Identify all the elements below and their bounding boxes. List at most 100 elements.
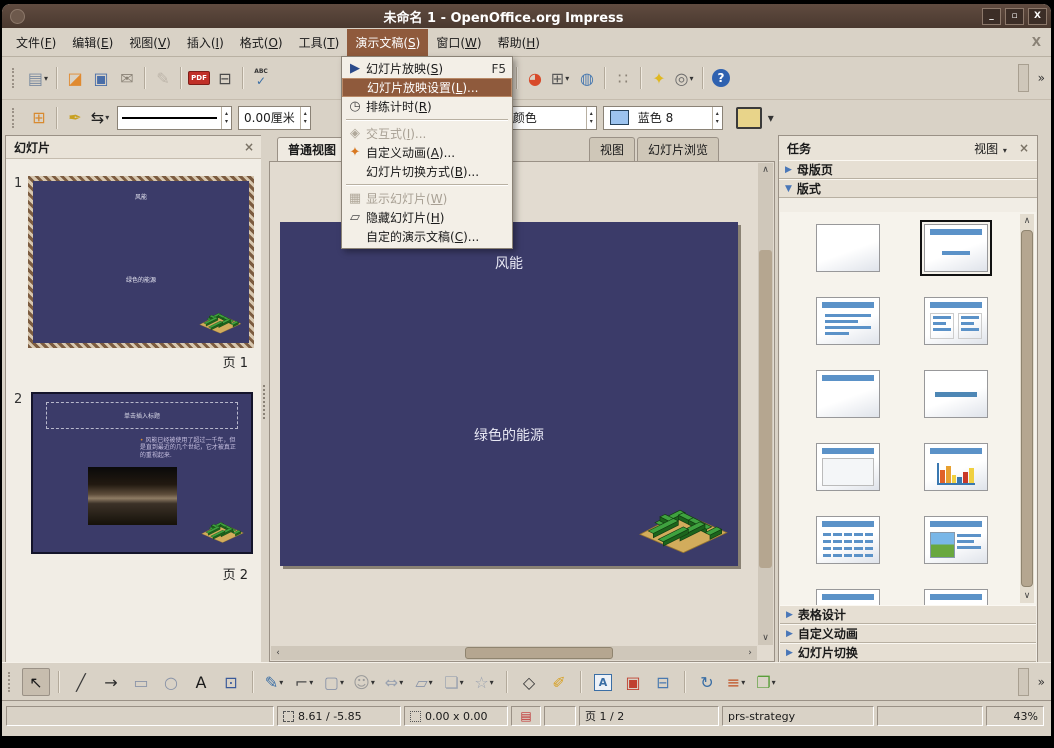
select-icon[interactable]: ↖ bbox=[22, 668, 50, 696]
popup-menu-item[interactable]: 自定的演示文稿(C)... bbox=[342, 227, 512, 246]
menubar-item[interactable]: 格式(O) bbox=[232, 29, 291, 56]
layout-title-subtitle[interactable] bbox=[920, 220, 992, 276]
panel-close-icon[interactable]: × bbox=[244, 140, 254, 154]
document-close-icon[interactable]: X bbox=[1032, 35, 1041, 49]
connector-icon[interactable]: ⌐ ▾ bbox=[292, 669, 318, 695]
align-icon[interactable]: ≡ ▾ bbox=[724, 669, 750, 695]
menubar-item[interactable]: 文件(F) bbox=[8, 29, 64, 56]
spellcheck-icon[interactable]: ABC ✓ bbox=[248, 65, 274, 91]
zoom-icon[interactable]: ◎ ▾ bbox=[672, 65, 698, 91]
display-grid-icon[interactable]: ∷ bbox=[610, 65, 636, 91]
close-button[interactable]: X bbox=[1028, 7, 1047, 25]
gluepoints-icon[interactable]: ✐ bbox=[546, 669, 572, 695]
slide-title[interactable]: 风能 bbox=[280, 253, 738, 273]
spinner-arrows[interactable]: ▴ ▾ bbox=[221, 106, 231, 129]
section-layouts[interactable]: ▼ 版式 bbox=[779, 179, 1037, 198]
fontwork-icon[interactable]: A bbox=[590, 669, 616, 695]
menubar-item[interactable]: 编辑(E) bbox=[64, 29, 121, 56]
scroll-left-icon[interactable]: ‹ bbox=[271, 648, 285, 658]
toolbar-scroll[interactable] bbox=[1017, 64, 1029, 92]
callout-icon[interactable]: ❏ ▾ bbox=[442, 669, 468, 695]
scroll-up-icon[interactable]: ∧ bbox=[1020, 214, 1034, 228]
navigator-icon[interactable]: ✦ bbox=[646, 65, 672, 91]
menubar-item[interactable]: 插入(I) bbox=[179, 29, 232, 56]
popup-menu-item[interactable]: ▦ 显示幻灯片(W) bbox=[342, 189, 512, 208]
scroll-down-icon[interactable]: ∨ bbox=[1020, 589, 1034, 603]
gallery-icon[interactable]: ⊟ bbox=[650, 669, 676, 695]
view-menu-button[interactable]: 视图 ▾ bbox=[974, 140, 1009, 157]
layout-title-text-clipart[interactable] bbox=[920, 585, 992, 605]
maze-graphic[interactable] bbox=[630, 491, 730, 556]
scrollbar-thumb[interactable] bbox=[465, 647, 614, 659]
tab-handout-view[interactable]: 视图 bbox=[589, 137, 636, 161]
rectangle-icon[interactable]: ▭ bbox=[128, 669, 154, 695]
slide-thumbnail-1[interactable]: 风能 绿色的能源 bbox=[28, 176, 254, 348]
scrollbar-thumb[interactable] bbox=[759, 249, 772, 568]
popup-menu-item[interactable]: ◷ 排练计时(R) bbox=[342, 97, 512, 116]
popup-menu-item[interactable]: ◈ 交互式(I)... bbox=[342, 124, 512, 143]
menubar-item[interactable]: 窗口(W) bbox=[428, 29, 489, 56]
section-master-pages[interactable]: ▶ 母版页 bbox=[779, 160, 1037, 179]
slide-editing-area[interactable]: 风能 绿色的能源 bbox=[280, 222, 738, 566]
line-color-select[interactable]: 蓝色 8 ▴ ▾ bbox=[602, 105, 723, 130]
help-icon[interactable]: ? bbox=[708, 65, 734, 91]
pdf-export-icon[interactable]: PDF bbox=[186, 65, 212, 91]
toolbar-scroll[interactable] bbox=[1017, 668, 1029, 696]
vertical-scrollbar[interactable]: ∧ ∨ bbox=[758, 163, 773, 645]
edit-points-mode-icon[interactable]: ⊞ bbox=[26, 105, 52, 131]
toolbar-overflow-icon[interactable]: » bbox=[1038, 675, 1045, 689]
tab-slide-sorter[interactable]: 幻灯片浏览 bbox=[637, 137, 720, 161]
status-zoom-cell[interactable]: 43% bbox=[986, 706, 1044, 726]
menubar-item[interactable]: 视图(V) bbox=[121, 29, 179, 56]
spinner-arrows[interactable]: ▴ ▾ bbox=[585, 106, 596, 129]
layout-title-table[interactable] bbox=[812, 512, 884, 568]
toolbar-grip[interactable] bbox=[12, 68, 18, 88]
toolbar-grip[interactable] bbox=[12, 107, 18, 128]
fill-style-icon[interactable]: ✒ bbox=[62, 105, 88, 131]
symbol-shapes-icon[interactable]: ☺ ▾ bbox=[352, 669, 378, 695]
popup-menu-item[interactable]: 幻灯片切换方式(B)... bbox=[342, 162, 512, 181]
status-template-cell[interactable]: prs-strategy bbox=[722, 706, 874, 726]
layout-title-content-frame[interactable] bbox=[812, 439, 884, 495]
section-table-design[interactable]: ▶ 表格设计 bbox=[780, 605, 1036, 624]
slide-thumbnail-2[interactable]: 单击插入标题 • 风能已经被使用了超过一千年，但是直到最近的几个世纪，它才被真正的… bbox=[31, 392, 253, 554]
popup-menu-item[interactable]: 幻灯片放映设置(L)... bbox=[342, 78, 512, 97]
line-width-field[interactable]: 0.00厘米 ▴ ▾ bbox=[238, 105, 311, 130]
menubar-item[interactable]: 演示文稿(S) bbox=[347, 28, 429, 56]
arrow-icon[interactable]: → bbox=[98, 669, 124, 695]
save-icon[interactable]: ▣ bbox=[88, 65, 114, 91]
toolbar-overflow-icon[interactable]: » bbox=[1038, 71, 1045, 85]
email-icon[interactable]: ✉ bbox=[114, 65, 140, 91]
new-document-icon[interactable]: ▤ ▾ bbox=[26, 65, 52, 91]
section-custom-animation[interactable]: ▶ 自定义动画 bbox=[780, 624, 1036, 643]
block-arrows-icon[interactable]: ⇔ ▾ bbox=[382, 669, 408, 695]
maximize-button[interactable]: ▫ bbox=[1005, 7, 1024, 25]
text-icon[interactable]: A bbox=[188, 669, 214, 695]
window-menu-icon[interactable] bbox=[10, 8, 25, 24]
background-color-button[interactable] bbox=[735, 106, 762, 129]
scroll-down-icon[interactable]: ∨ bbox=[758, 631, 773, 645]
rotate-icon[interactable]: ↻ bbox=[694, 669, 720, 695]
layout-centered-text[interactable] bbox=[920, 366, 992, 422]
print-icon[interactable]: ⊟ bbox=[212, 65, 238, 91]
section-slide-transition[interactable]: ▶ 幻灯片切换 bbox=[780, 643, 1036, 662]
curve-icon[interactable]: ✎ ▾ bbox=[262, 669, 288, 695]
scroll-right-icon[interactable]: › bbox=[743, 648, 757, 658]
arrow-style-icon[interactable]: ⇆ ▾ bbox=[88, 105, 114, 131]
flowchart-icon[interactable]: ▱ ▾ bbox=[412, 669, 438, 695]
horizontal-scrollbar[interactable]: ‹ › bbox=[271, 646, 757, 660]
open-icon[interactable]: ◪ bbox=[62, 65, 88, 91]
layout-blank[interactable] bbox=[812, 220, 884, 276]
popup-menu-item[interactable]: ▶ 幻灯片放映(S) F5 bbox=[342, 59, 512, 78]
popup-menu-item[interactable]: ▱ 隐藏幻灯片(H) bbox=[342, 208, 512, 227]
titlebar[interactable]: 未命名 1 - OpenOffice.org Impress _ ▫ X bbox=[2, 4, 1051, 28]
layout-title-two-content[interactable] bbox=[920, 293, 992, 349]
edit-points-icon[interactable]: ◇ bbox=[516, 669, 542, 695]
menubar-item[interactable]: 帮助(H) bbox=[490, 29, 548, 56]
edit-file-icon[interactable]: ✎ bbox=[150, 65, 176, 91]
ellipse-icon[interactable]: ○ bbox=[158, 669, 184, 695]
toolbar-overflow-icon[interactable]: ▾ bbox=[768, 111, 774, 125]
table-icon[interactable]: ⊞ ▾ bbox=[548, 65, 574, 91]
layout-title-clipart-text[interactable] bbox=[920, 512, 992, 568]
popup-menu-item[interactable]: ✦ 自定义动画(A)... bbox=[342, 143, 512, 162]
